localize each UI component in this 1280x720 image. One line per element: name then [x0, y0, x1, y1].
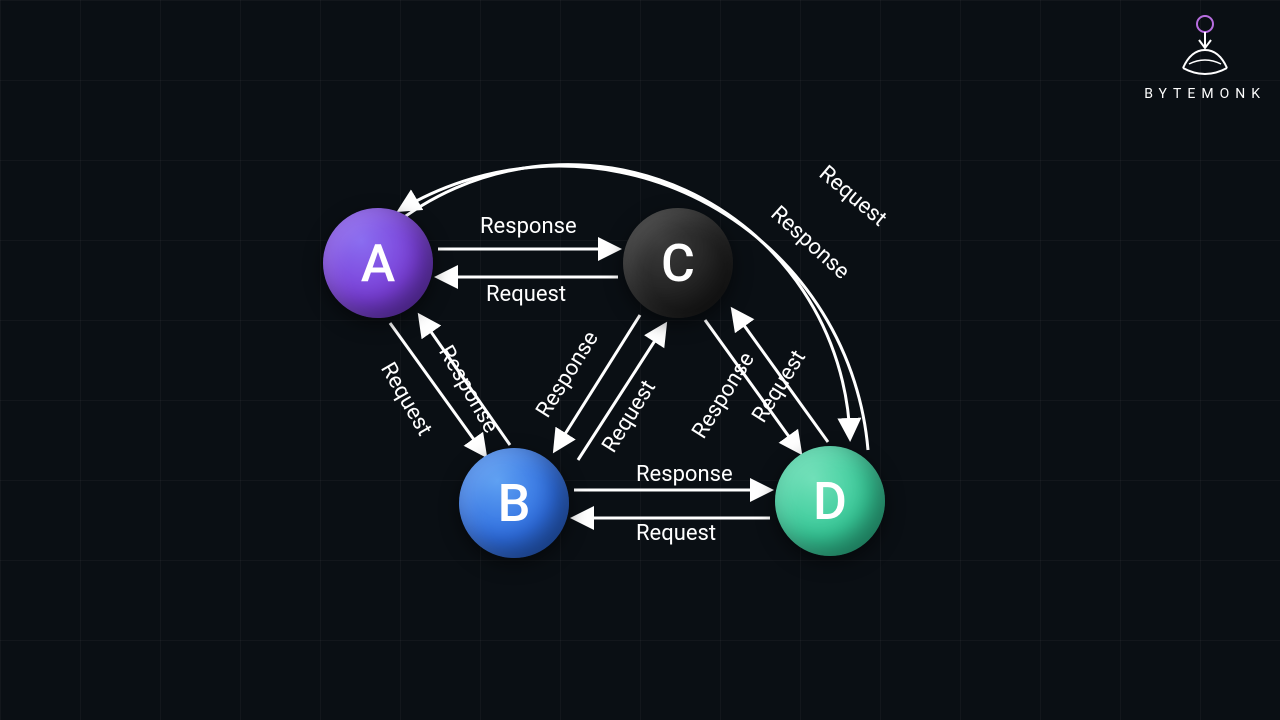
- label-ac-response: Response: [480, 214, 577, 239]
- node-c: C: [623, 208, 733, 318]
- node-b-label: B: [498, 473, 531, 534]
- label-bd-response: Response: [636, 462, 733, 487]
- node-c-label: C: [661, 233, 695, 294]
- node-d: D: [775, 446, 885, 556]
- node-d-label: D: [813, 471, 847, 532]
- label-ca-request: Request: [486, 282, 566, 307]
- network-diagram: [0, 0, 1280, 720]
- node-a: A: [323, 208, 433, 318]
- node-b: B: [459, 448, 569, 558]
- node-a-label: A: [361, 233, 395, 294]
- label-db-request: Request: [636, 521, 716, 546]
